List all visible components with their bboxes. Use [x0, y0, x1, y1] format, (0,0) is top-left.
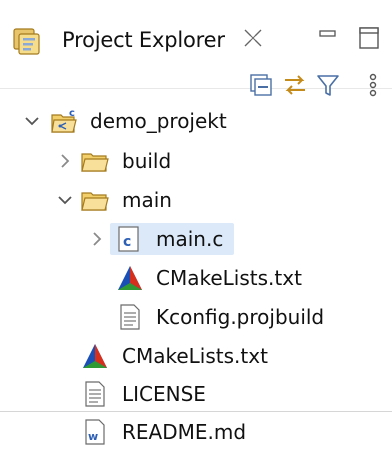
cmake-icon — [83, 344, 107, 368]
tree-item-label: Kconfig.projbuild — [156, 305, 325, 329]
cmake-icon — [118, 266, 142, 290]
text-file-icon — [85, 381, 105, 407]
chevron-right-icon[interactable] — [89, 231, 105, 247]
text-file-icon — [120, 304, 140, 330]
minimize-view-icon[interactable] — [318, 28, 338, 48]
markdown-file-icon: w — [85, 419, 105, 445]
tree-item-readme[interactable]: w README.md — [0, 413, 392, 451]
c-source-icon: c — [118, 226, 139, 252]
view-menu-icon[interactable] — [366, 72, 380, 98]
view-title: Project Explorer — [62, 28, 225, 52]
tree-item-main-c[interactable]: c main.c — [0, 220, 392, 258]
tree-item-license[interactable]: LICENSE — [0, 375, 392, 413]
tree-item-label: CMakeLists.txt — [156, 266, 302, 290]
tree-item-cmakelists-root[interactable]: CMakeLists.txt — [0, 337, 392, 375]
tree-item-demo-projekt[interactable]: c demo_projekt — [0, 102, 392, 140]
filter-icon[interactable] — [315, 72, 341, 98]
folder-open-icon — [81, 192, 109, 211]
tree-item-label: demo_projekt — [90, 109, 227, 133]
tree-item-cmakelists-main[interactable]: CMakeLists.txt — [0, 259, 392, 297]
chevron-right-icon[interactable] — [57, 153, 73, 169]
c-project-icon: c — [51, 108, 77, 133]
chevron-down-icon[interactable] — [57, 192, 73, 208]
project-explorer-view: Project Explorer c demo_projekt build ma… — [0, 0, 392, 445]
svg-text:w: w — [88, 430, 98, 443]
tree-item-build[interactable]: build — [0, 142, 392, 180]
svg-text:c: c — [69, 108, 75, 119]
maximize-view-icon[interactable] — [357, 25, 381, 51]
collapse-all-icon[interactable] — [248, 72, 274, 98]
tree-item-main[interactable]: main — [0, 181, 392, 219]
tree-item-label: main.c — [156, 227, 224, 251]
tree-item-label: README.md — [122, 420, 247, 444]
project-explorer-view-icon — [13, 28, 40, 55]
link-with-editor-icon[interactable] — [282, 72, 308, 98]
close-view-icon[interactable] — [242, 27, 264, 49]
tree-item-label: LICENSE — [122, 382, 206, 406]
tree-item-kconfig[interactable]: Kconfig.projbuild — [0, 298, 392, 336]
chevron-down-icon[interactable] — [24, 113, 40, 129]
bottom-divider — [0, 411, 392, 412]
svg-text:c: c — [123, 234, 131, 250]
tree-item-label: CMakeLists.txt — [122, 344, 268, 368]
tree-item-label: main — [122, 188, 172, 212]
folder-icon — [81, 153, 109, 172]
view-header: Project Explorer — [0, 0, 392, 97]
tree-item-label: build — [122, 149, 172, 173]
